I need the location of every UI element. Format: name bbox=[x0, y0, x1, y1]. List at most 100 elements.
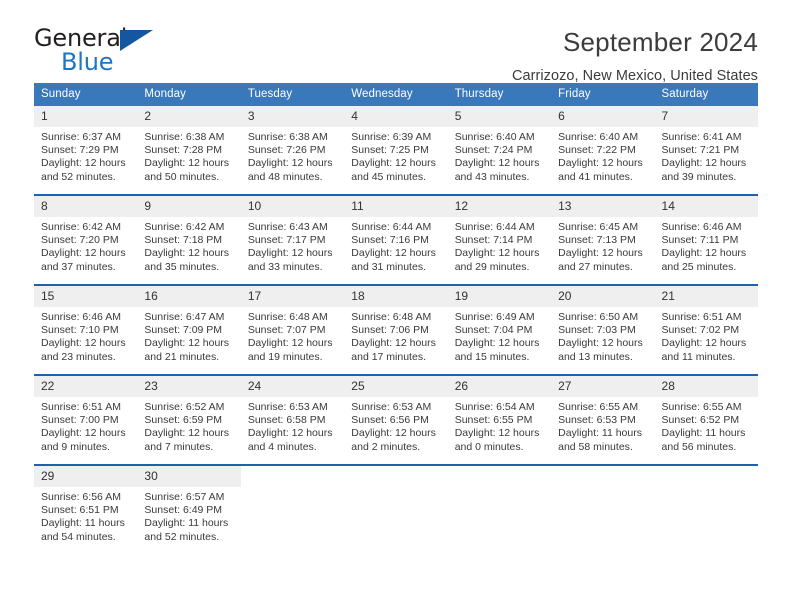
sunrise-text: Sunrise: 6:38 AM bbox=[144, 131, 225, 143]
calendar-day-cell[interactable]: 15 Sunrise: 6:46 AM Sunset: 7:10 PM Dayligh… bbox=[34, 284, 138, 375]
calendar-day-cell[interactable]: 12 Sunrise: 6:44 AM Sunset: 7:14 PM Dayligh… bbox=[447, 194, 552, 285]
calendar-day-cell[interactable]: 20 Sunrise: 6:50 AM Sunset: 7:03 PM Dayligh… bbox=[551, 284, 655, 375]
calendar-day-cell[interactable]: 29 Sunrise: 6:56 AM Sunset: 6:51 PM Dayligh… bbox=[34, 464, 138, 552]
day-number: 7 bbox=[654, 106, 758, 127]
calendar-day-cell[interactable]: 13 Sunrise: 6:45 AM Sunset: 7:13 PM Dayligh… bbox=[551, 194, 655, 285]
daylight-text-line1: Daylight: 12 hours bbox=[247, 157, 333, 170]
sunrise-text: Sunrise: 6:55 AM bbox=[558, 401, 639, 413]
day-info: Sunrise: 6:44 AM Sunset: 7:14 PM Daylight:… bbox=[448, 217, 551, 274]
day-info bbox=[448, 487, 551, 491]
page-title: September 2024 bbox=[562, 27, 758, 57]
day-cell-body: 24 Sunrise: 6:53 AM Sunset: 6:58 PM Dayligh… bbox=[240, 376, 345, 464]
day-number: 8 bbox=[34, 196, 138, 217]
daylight-text-line1: Daylight: 12 hours bbox=[454, 157, 540, 170]
calendar-table: Sunday Monday Tuesday Wednesday Thursday… bbox=[34, 83, 758, 552]
sunset-text: Sunset: 7:18 PM bbox=[144, 234, 223, 247]
sunset-text: Sunset: 7:04 PM bbox=[454, 324, 533, 337]
calendar-day-cell[interactable]: 4 Sunrise: 6:39 AM Sunset: 7:25 PM Daylight… bbox=[344, 106, 448, 195]
sunset-text: Sunset: 7:22 PM bbox=[558, 144, 636, 157]
calendar-day-cell[interactable]: 26 Sunrise: 6:54 AM Sunset: 6:55 PM Dayligh… bbox=[447, 374, 552, 465]
day-cell-body bbox=[654, 466, 758, 552]
day-number: 12 bbox=[447, 196, 552, 217]
calendar-day-cell[interactable]: 25 Sunrise: 6:53 AM Sunset: 6:56 PM Dayligh… bbox=[344, 374, 448, 465]
daylight-text-line1: Daylight: 11 hours bbox=[144, 517, 229, 530]
calendar-day-cell[interactable]: 5 Sunrise: 6:40 AM Sunset: 7:24 PM Daylight… bbox=[447, 106, 552, 195]
daylight-text-line2: and 52 minutes. bbox=[144, 530, 220, 543]
day-info: Sunrise: 6:40 AM Sunset: 7:24 PM Daylight:… bbox=[448, 127, 551, 184]
calendar-day-cell[interactable]: 2 Sunrise: 6:38 AM Sunset: 7:28 PM Daylight… bbox=[137, 106, 241, 195]
brand-logo[interactable]: General Blue bbox=[34, 26, 164, 78]
day-cell-body: 29 Sunrise: 6:56 AM Sunset: 6:51 PM Dayligh… bbox=[34, 466, 138, 552]
sunset-text: Sunset: 7:11 PM bbox=[661, 234, 739, 247]
calendar-day-cell[interactable]: 21 Sunrise: 6:51 AM Sunset: 7:02 PM Dayligh… bbox=[654, 284, 758, 375]
calendar-day-cell[interactable]: 22 Sunrise: 6:51 AM Sunset: 7:00 PM Dayligh… bbox=[34, 374, 138, 465]
weekday-header-friday: Friday bbox=[551, 83, 655, 106]
calendar-day-cell[interactable]: 19 Sunrise: 6:49 AM Sunset: 7:04 PM Dayligh… bbox=[447, 284, 552, 375]
daylight-text-line2: and 41 minutes. bbox=[558, 170, 633, 183]
calendar-week-row: 22 Sunrise: 6:51 AM Sunset: 7:00 PM Dayligh… bbox=[34, 374, 758, 465]
daylight-text-line1: Daylight: 12 hours bbox=[558, 247, 643, 260]
day-number: 17 bbox=[240, 286, 345, 307]
daylight-text-line2: and 7 minutes. bbox=[144, 440, 214, 453]
day-info: Sunrise: 6:55 AM Sunset: 6:53 PM Daylight:… bbox=[551, 397, 654, 454]
weekday-header-saturday: Saturday bbox=[654, 83, 758, 106]
calendar-day-cell[interactable]: 27 Sunrise: 6:55 AM Sunset: 6:53 PM Dayligh… bbox=[551, 374, 655, 465]
calendar-day-cell[interactable]: 23 Sunrise: 6:52 AM Sunset: 6:59 PM Dayligh… bbox=[137, 374, 241, 465]
calendar-day-cell[interactable]: 16 Sunrise: 6:47 AM Sunset: 7:09 PM Dayligh… bbox=[137, 284, 241, 375]
calendar-day-cell[interactable]: 1 Sunrise: 6:37 AM Sunset: 7:29 PM Daylight… bbox=[34, 106, 138, 195]
daylight-text-line1: Daylight: 12 hours bbox=[661, 157, 747, 170]
calendar-day-cell[interactable]: 17 Sunrise: 6:48 AM Sunset: 7:07 PM Dayligh… bbox=[240, 284, 345, 375]
sunset-text: Sunset: 7:28 PM bbox=[144, 144, 223, 157]
day-number: 5 bbox=[447, 106, 552, 127]
day-number: 16 bbox=[137, 286, 241, 307]
calendar-day-cell[interactable]: 24 Sunrise: 6:53 AM Sunset: 6:58 PM Dayligh… bbox=[240, 374, 345, 465]
day-cell-body: 19 Sunrise: 6:49 AM Sunset: 7:04 PM Dayligh… bbox=[447, 286, 552, 374]
daylight-text-line1: Daylight: 12 hours bbox=[558, 157, 643, 170]
calendar-week-row: 1 Sunrise: 6:37 AM Sunset: 7:29 PM Daylight… bbox=[34, 106, 758, 195]
sunset-text: Sunset: 6:51 PM bbox=[41, 504, 119, 517]
calendar-day-cell[interactable]: 30 Sunrise: 6:57 AM Sunset: 6:49 PM Dayligh… bbox=[137, 464, 241, 552]
calendar-day-cell[interactable]: 11 Sunrise: 6:44 AM Sunset: 7:16 PM Dayligh… bbox=[344, 194, 448, 285]
sunrise-text: Sunrise: 6:47 AM bbox=[144, 311, 225, 323]
title-block: September 2024 Carrizozo, New Mexico, Un… bbox=[512, 26, 758, 84]
day-number: 24 bbox=[240, 376, 345, 397]
sunset-text: Sunset: 7:21 PM bbox=[661, 144, 740, 157]
day-number: 4 bbox=[344, 106, 448, 127]
day-info: Sunrise: 6:51 AM Sunset: 7:02 PM Daylight:… bbox=[655, 307, 758, 364]
daylight-text-line2: and 58 minutes. bbox=[558, 440, 633, 453]
calendar-cell-empty bbox=[344, 464, 448, 552]
sunset-text: Sunset: 6:55 PM bbox=[454, 414, 533, 427]
calendar-day-cell[interactable]: 18 Sunrise: 6:48 AM Sunset: 7:06 PM Dayligh… bbox=[344, 284, 448, 375]
day-info: Sunrise: 6:37 AM Sunset: 7:29 PM Daylight:… bbox=[34, 127, 137, 184]
day-cell-body: 27 Sunrise: 6:55 AM Sunset: 6:53 PM Dayligh… bbox=[551, 376, 655, 464]
sunset-text: Sunset: 6:49 PM bbox=[144, 504, 223, 517]
calendar-day-cell[interactable]: 8 Sunrise: 6:42 AM Sunset: 7:20 PM Daylight… bbox=[34, 194, 138, 285]
calendar-day-cell[interactable]: 7 Sunrise: 6:41 AM Sunset: 7:21 PM Daylight… bbox=[654, 106, 758, 195]
calendar-day-cell[interactable]: 9 Sunrise: 6:42 AM Sunset: 7:18 PM Daylight… bbox=[137, 194, 241, 285]
day-cell-body: 18 Sunrise: 6:48 AM Sunset: 7:06 PM Dayligh… bbox=[344, 286, 448, 374]
daylight-text-line1: Daylight: 12 hours bbox=[247, 427, 333, 440]
day-cell-body bbox=[240, 466, 345, 552]
day-number: 2 bbox=[137, 106, 241, 127]
calendar-day-cell[interactable]: 14 Sunrise: 6:46 AM Sunset: 7:11 PM Dayligh… bbox=[654, 194, 758, 285]
calendar-day-cell[interactable]: 6 Sunrise: 6:40 AM Sunset: 7:22 PM Daylight… bbox=[551, 106, 655, 195]
daylight-text-line1: Daylight: 12 hours bbox=[247, 337, 333, 350]
day-cell-body: 1 Sunrise: 6:37 AM Sunset: 7:29 PM Daylight… bbox=[34, 106, 138, 194]
page-header: General Blue September 2024 Carrizozo, N… bbox=[34, 0, 758, 84]
daylight-text-line1: Daylight: 12 hours bbox=[558, 337, 643, 350]
daylight-text-line1: Daylight: 11 hours bbox=[41, 517, 125, 530]
sunset-text: Sunset: 7:14 PM bbox=[454, 234, 533, 247]
day-cell-body: 4 Sunrise: 6:39 AM Sunset: 7:25 PM Daylight… bbox=[344, 106, 448, 194]
sunset-text: Sunset: 7:06 PM bbox=[351, 324, 429, 337]
day-number: 15 bbox=[34, 286, 138, 307]
sunrise-text: Sunrise: 6:40 AM bbox=[558, 131, 639, 143]
daylight-text-line1: Daylight: 12 hours bbox=[144, 247, 230, 260]
daylight-text-line1: Daylight: 12 hours bbox=[351, 157, 436, 170]
calendar-day-cell[interactable]: 10 Sunrise: 6:43 AM Sunset: 7:17 PM Dayligh… bbox=[240, 194, 345, 285]
calendar-day-cell[interactable]: 3 Sunrise: 6:38 AM Sunset: 7:26 PM Daylight… bbox=[240, 106, 345, 195]
daylight-text-line1: Daylight: 12 hours bbox=[661, 337, 747, 350]
sunrise-text: Sunrise: 6:50 AM bbox=[558, 311, 639, 323]
day-info bbox=[551, 487, 654, 491]
calendar-day-cell[interactable]: 28 Sunrise: 6:55 AM Sunset: 6:52 PM Dayligh… bbox=[654, 374, 758, 465]
day-info: Sunrise: 6:54 AM Sunset: 6:55 PM Daylight:… bbox=[448, 397, 551, 454]
